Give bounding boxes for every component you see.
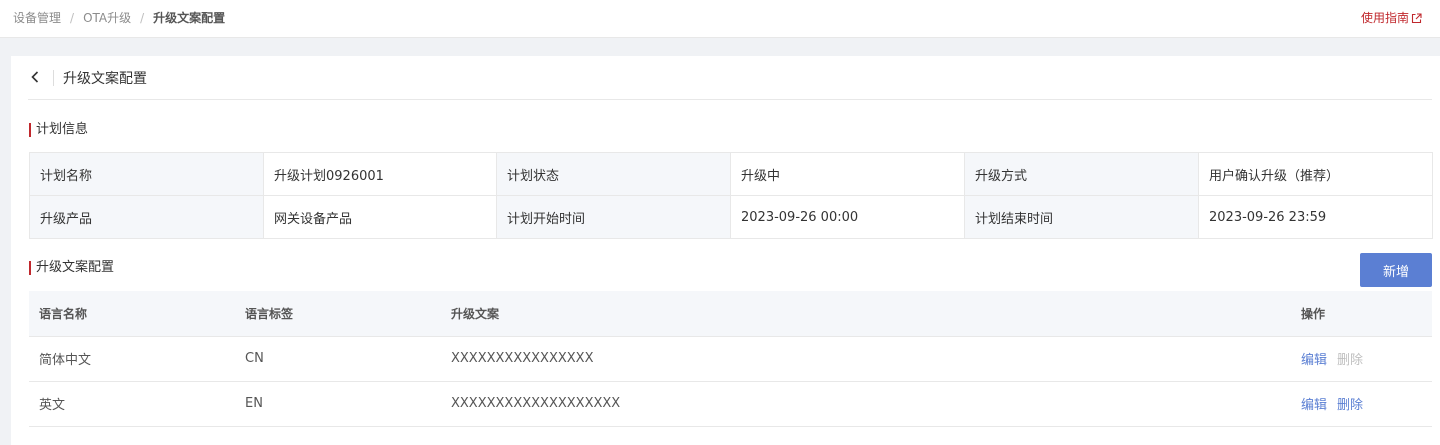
breadcrumb: 设备管理 / OTA升级 / 升级文案配置 [13,9,225,26]
usage-guide-link[interactable]: 使用指南 [1361,9,1422,26]
delete-button-disabled: 删除 [1337,353,1364,368]
upgrade-product-value: 网关设备产品 [263,195,497,239]
plan-end-time-label: 计划结束时间 [964,195,1199,239]
plan-status-label: 计划状态 [496,152,731,196]
column-header-language-tag: 语言标签 [235,291,441,337]
usage-guide-label: 使用指南 [1360,11,1409,25]
plan-start-time-label: 计划开始时间 [496,195,731,239]
table-row: 简体中文 CN XXXXXXXXXXXXXXXX 编辑 删除 [29,336,1432,382]
breadcrumb-item-current: 升级文案配置 [153,11,226,25]
plan-end-time-value: 2023-09-26 23:59 [1198,195,1433,239]
top-bar: 设备管理 / OTA升级 / 升级文案配置 使用指南 [0,0,1440,38]
edit-button[interactable]: 编辑 [1301,353,1327,368]
header-divider [53,70,54,86]
back-button[interactable] [28,66,44,88]
plan-status-value: 升级中 [730,152,965,196]
breadcrumb-separator: / [140,11,145,25]
add-button[interactable]: 新增 [1360,253,1432,287]
actions-cell: 编辑 删除 [1291,336,1432,382]
page-header: 升级文案配置 [28,56,1432,100]
language-name-cell: 英文 [29,381,235,427]
upgrade-copy-cell: XXXXXXXXXXXXXXXX [441,336,1291,382]
language-tag-cell: CN [235,336,441,382]
upgrade-method-label: 升级方式 [964,152,1199,196]
upgrade-copy-table: 语言名称 语言标签 升级文案 操作 简体中文 CN XXXXXXXXXXXXXX… [29,291,1432,427]
breadcrumb-item-ota[interactable]: OTA升级 [83,11,131,25]
table-row: 英文 EN XXXXXXXXXXXXXXXXXXX 编辑 删除 [29,381,1432,427]
edit-button[interactable]: 编辑 [1301,398,1327,413]
main-card: 升级文案配置 计划信息 计划名称 升级计划0926001 计划状态 升级中 升级… [11,56,1440,445]
breadcrumb-item-device-management[interactable]: 设备管理 [13,11,61,25]
column-header-actions: 操作 [1291,291,1432,337]
plan-info-table: 计划名称 升级计划0926001 计划状态 升级中 升级方式 用户确认升级（推荐… [29,152,1433,239]
chevron-left-icon [31,71,39,83]
column-header-language-name: 语言名称 [29,291,235,337]
plan-info-section-title: 计划信息 [29,122,88,138]
external-link-icon [1411,13,1422,24]
plan-info-row: 升级产品 网关设备产品 计划开始时间 2023-09-26 00:00 计划结束… [29,195,1433,239]
plan-start-time-value: 2023-09-26 00:00 [730,195,965,239]
upgrade-copy-section-title: 升级文案配置 [29,260,114,276]
upgrade-method-value: 用户确认升级（推荐） [1198,152,1433,196]
actions-cell: 编辑 删除 [1291,381,1432,427]
delete-button[interactable]: 删除 [1337,398,1363,413]
language-name-cell: 简体中文 [29,336,235,382]
language-tag-cell: EN [235,381,441,427]
upgrade-product-label: 升级产品 [29,195,264,239]
plan-info-row: 计划名称 升级计划0926001 计划状态 升级中 升级方式 用户确认升级（推荐… [29,152,1433,196]
upgrade-copy-cell: XXXXXXXXXXXXXXXXXXX [441,381,1291,427]
table-header-row: 语言名称 语言标签 升级文案 操作 [29,291,1432,337]
page-title: 升级文案配置 [63,71,147,87]
column-header-upgrade-copy: 升级文案 [441,291,1291,337]
breadcrumb-separator: / [70,11,75,25]
plan-name-value: 升级计划0926001 [263,152,497,196]
plan-name-label: 计划名称 [29,152,264,196]
